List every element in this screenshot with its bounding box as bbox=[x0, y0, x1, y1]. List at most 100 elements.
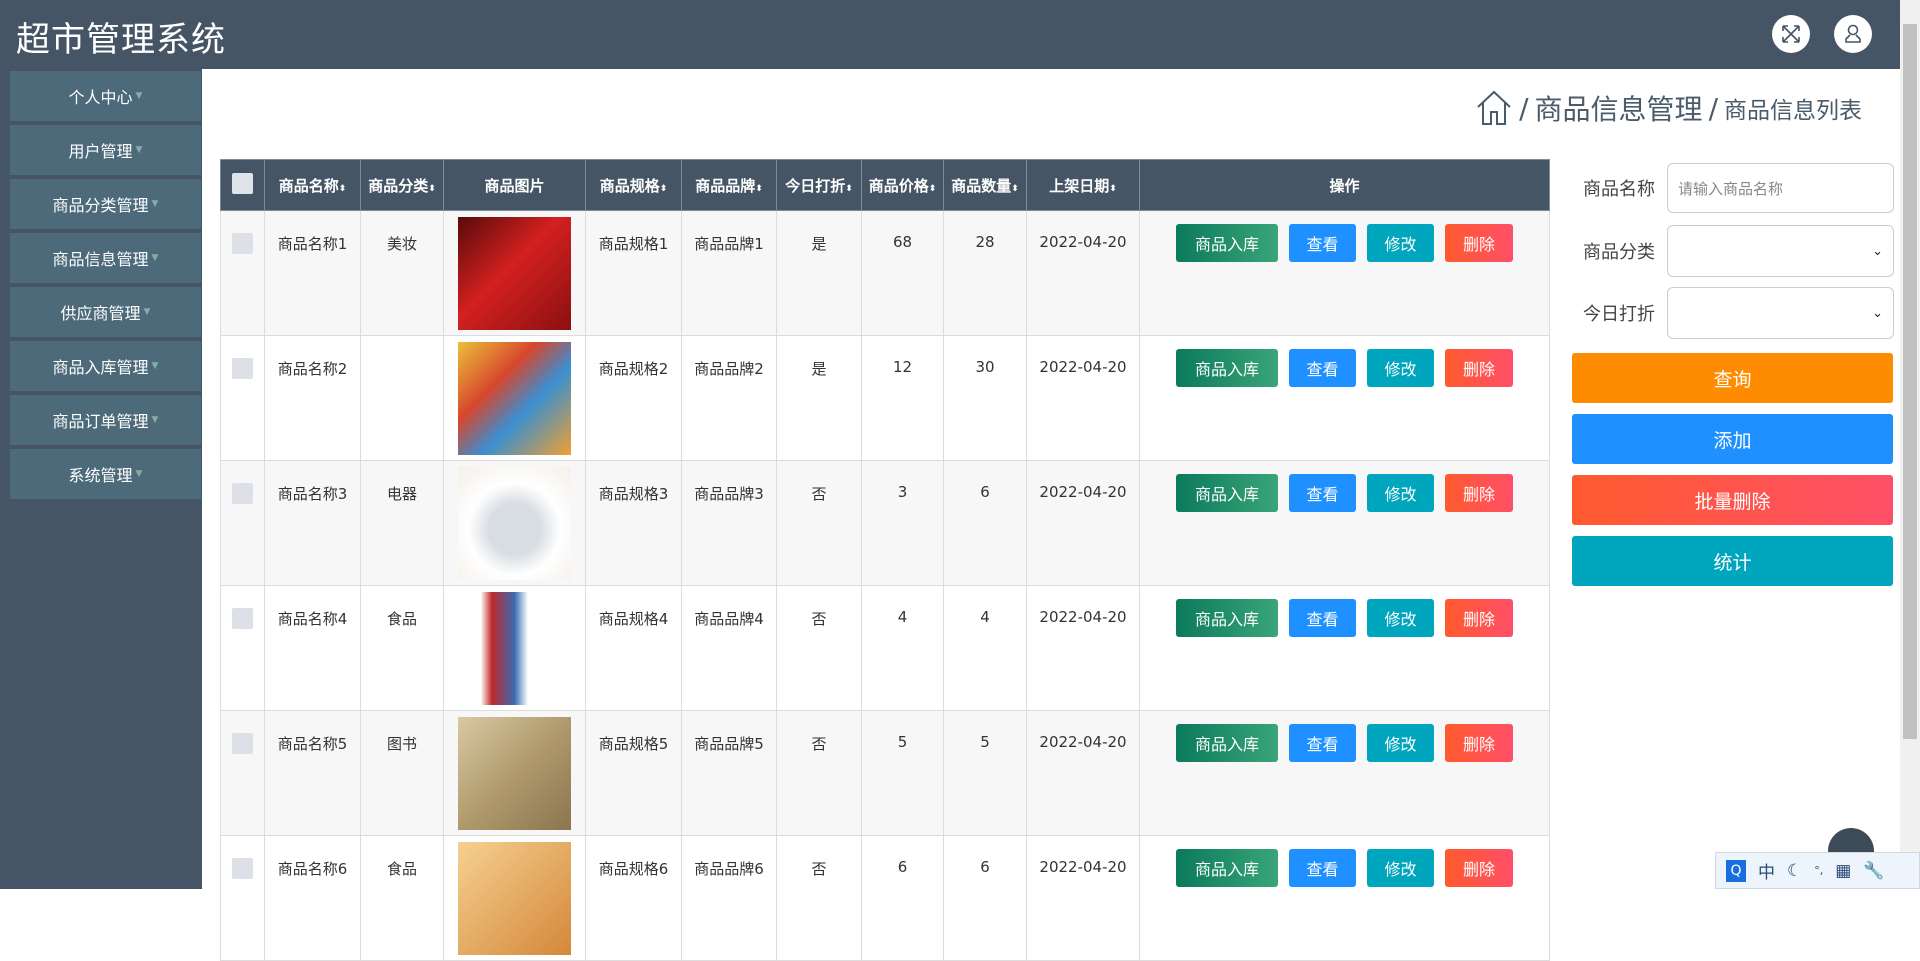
select-all-checkbox[interactable] bbox=[232, 172, 253, 194]
category-cell: 电器 bbox=[360, 460, 444, 586]
sidebar-item-label: 个人中心 bbox=[68, 88, 133, 107]
scrollbar-thumb[interactable] bbox=[1903, 24, 1917, 739]
breadcrumb-level1[interactable]: 商品信息管理 bbox=[1535, 88, 1703, 128]
sidebar-item[interactable]: 供应商管理 ▼ bbox=[10, 287, 201, 337]
sidebar-item[interactable]: 商品信息管理 ▼ bbox=[10, 233, 201, 283]
row-checkbox[interactable] bbox=[232, 733, 253, 754]
sort-icon[interactable]: ⬍ bbox=[1011, 184, 1019, 194]
tools-icon[interactable]: 🔧 bbox=[1863, 861, 1884, 881]
edit-button[interactable]: 修改 bbox=[1367, 724, 1434, 762]
stock-in-button[interactable]: 商品入库 bbox=[1176, 474, 1278, 512]
stock-in-button[interactable]: 商品入库 bbox=[1176, 224, 1278, 262]
page-scrollbar[interactable] bbox=[1900, 0, 1920, 889]
stock-in-button[interactable]: 商品入库 bbox=[1176, 849, 1278, 887]
edit-button[interactable]: 修改 bbox=[1367, 474, 1434, 512]
category-select[interactable]: ⌄ bbox=[1667, 225, 1894, 277]
edit-button[interactable]: 修改 bbox=[1367, 599, 1434, 637]
home-icon[interactable] bbox=[1475, 89, 1513, 127]
column-header: 操作 bbox=[1139, 159, 1550, 211]
discount-label: 今日打折 bbox=[1583, 304, 1655, 325]
sidebar-item-label: 用户管理 bbox=[68, 142, 133, 161]
sidebar: 个人中心 ▼ 用户管理 ▼ 商品分类管理 ▼ 商品信息管理 ▼ 供应商管理 ▼ 商品入库管理 ▼ 商品订… bbox=[0, 69, 202, 889]
image-cell bbox=[443, 710, 586, 836]
sort-icon[interactable]: ⬍ bbox=[845, 184, 853, 194]
row-checkbox[interactable] bbox=[232, 483, 253, 504]
delete-button[interactable]: 删除 bbox=[1445, 599, 1513, 637]
sidebar-item[interactable]: 用户管理 ▼ bbox=[10, 125, 201, 175]
chevron-down-icon: ⌄ bbox=[1872, 243, 1883, 259]
sidebar-item[interactable]: 商品入库管理 ▼ bbox=[10, 341, 201, 391]
column-header[interactable]: 商品数量⬍ bbox=[943, 159, 1027, 211]
date-cell: 2022-04-20 bbox=[1026, 335, 1140, 461]
delete-button[interactable]: 删除 bbox=[1445, 724, 1513, 762]
product-image bbox=[458, 342, 571, 455]
stock-in-button[interactable]: 商品入库 bbox=[1176, 724, 1278, 762]
delete-button[interactable]: 删除 bbox=[1445, 474, 1513, 512]
row-checkbox[interactable] bbox=[232, 233, 253, 254]
ime-logo-icon[interactable]: Q bbox=[1726, 859, 1746, 882]
sort-icon[interactable]: ⬍ bbox=[428, 184, 436, 194]
select-all-cell bbox=[220, 159, 265, 211]
column-header[interactable]: 商品规格⬍ bbox=[585, 159, 682, 211]
moon-icon[interactable]: ☾ bbox=[1787, 861, 1802, 881]
spec-cell: 商品规格3 bbox=[585, 460, 682, 586]
product-name-input[interactable]: 请输入商品名称 bbox=[1667, 163, 1894, 213]
add-button[interactable]: 添加 bbox=[1572, 414, 1893, 464]
name-cell: 商品名称4 bbox=[264, 585, 361, 711]
sort-icon[interactable]: ⬍ bbox=[339, 184, 347, 194]
column-header-label: 上架日期 bbox=[1049, 176, 1110, 195]
sort-icon[interactable]: ⬍ bbox=[755, 184, 763, 194]
caret-down-icon: ▼ bbox=[143, 307, 151, 317]
keyboard-icon[interactable]: ▦ bbox=[1835, 861, 1851, 881]
edit-button[interactable]: 修改 bbox=[1367, 849, 1434, 887]
stock-in-button[interactable]: 商品入库 bbox=[1176, 599, 1278, 637]
batch-delete-button[interactable]: 批量删除 bbox=[1572, 475, 1893, 525]
delete-button[interactable]: 删除 bbox=[1445, 224, 1513, 262]
column-header[interactable]: 商品分类⬍ bbox=[360, 159, 444, 211]
row-checkbox[interactable] bbox=[232, 608, 253, 629]
delete-button[interactable]: 删除 bbox=[1445, 849, 1513, 887]
view-button[interactable]: 查看 bbox=[1289, 599, 1356, 637]
edit-button[interactable]: 修改 bbox=[1367, 224, 1434, 262]
sort-icon[interactable]: ⬍ bbox=[929, 184, 937, 194]
stats-button[interactable]: 统计 bbox=[1572, 536, 1893, 586]
date-cell: 2022-04-20 bbox=[1026, 585, 1140, 711]
column-header[interactable]: 上架日期⬍ bbox=[1026, 159, 1140, 211]
discount-select[interactable]: ⌄ bbox=[1667, 287, 1894, 339]
date-cell: 2022-04-20 bbox=[1026, 835, 1140, 961]
column-header[interactable]: 商品价格⬍ bbox=[861, 159, 944, 211]
column-header[interactable]: 今日打折⬍ bbox=[776, 159, 862, 211]
view-button[interactable]: 查看 bbox=[1289, 224, 1356, 262]
spec-cell: 商品规格1 bbox=[585, 210, 682, 336]
user-button[interactable] bbox=[1834, 15, 1872, 53]
punctuation-icon[interactable]: °, bbox=[1814, 864, 1823, 877]
sidebar-item[interactable]: 商品订单管理 ▼ bbox=[10, 395, 201, 445]
view-button[interactable]: 查看 bbox=[1289, 349, 1356, 387]
sidebar-item[interactable]: 个人中心 ▼ bbox=[10, 71, 201, 121]
column-header-label: 商品分类 bbox=[368, 176, 429, 195]
row-checkbox[interactable] bbox=[232, 858, 253, 879]
date-cell: 2022-04-20 bbox=[1026, 710, 1140, 836]
sidebar-item[interactable]: 系统管理 ▼ bbox=[10, 449, 201, 499]
actions-cell: 商品入库 查看 修改 删除 bbox=[1139, 460, 1550, 586]
column-header[interactable]: 商品名称⬍ bbox=[264, 159, 361, 211]
image-cell bbox=[443, 835, 586, 961]
caret-down-icon: ▼ bbox=[151, 199, 159, 209]
view-button[interactable]: 查看 bbox=[1289, 849, 1356, 887]
sort-icon[interactable]: ⬍ bbox=[1109, 184, 1117, 194]
checkbox-cell bbox=[220, 210, 265, 336]
query-button[interactable]: 查询 bbox=[1572, 353, 1893, 403]
view-button[interactable]: 查看 bbox=[1289, 724, 1356, 762]
table-row: 商品名称1 美妆 商品规格1 商品品牌1 是 68 28 2022-04-20 … bbox=[220, 210, 1550, 336]
sort-icon[interactable]: ⬍ bbox=[660, 184, 668, 194]
column-header[interactable]: 商品品牌⬍ bbox=[681, 159, 777, 211]
ime-lang[interactable]: 中 bbox=[1758, 858, 1775, 883]
sidebar-item[interactable]: 商品分类管理 ▼ bbox=[10, 179, 201, 229]
edit-button[interactable]: 修改 bbox=[1367, 349, 1434, 387]
view-button[interactable]: 查看 bbox=[1289, 474, 1356, 512]
fullscreen-button[interactable] bbox=[1772, 15, 1810, 53]
delete-button[interactable]: 删除 bbox=[1445, 349, 1513, 387]
row-checkbox[interactable] bbox=[232, 358, 253, 379]
stock-in-button[interactable]: 商品入库 bbox=[1176, 349, 1278, 387]
caret-down-icon: ▼ bbox=[135, 469, 143, 479]
